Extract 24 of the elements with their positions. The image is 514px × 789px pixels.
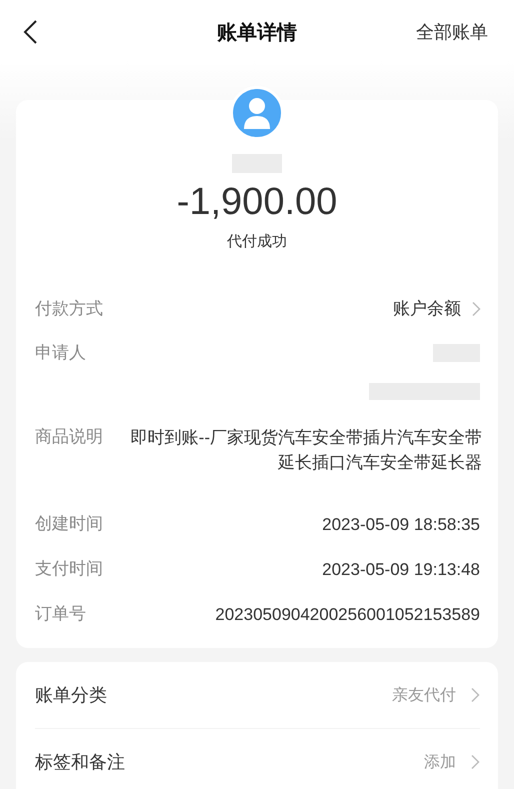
detail-label: 创建时间 [35, 513, 104, 535]
payment-method-link[interactable]: 账户余额 [393, 297, 481, 321]
detail-value: 2023050904200256001052153589 [214, 604, 480, 626]
menu-label: 账单分类 [35, 684, 107, 707]
detail-label: 商品说明 [35, 426, 104, 448]
detail-label: 申请人 [35, 342, 87, 364]
menu-value: 添加 [424, 752, 456, 772]
detail-value: 2023-05-09 19:13:48 [321, 559, 480, 581]
page-title: 账单详情 [217, 22, 297, 44]
detail-label: 支付时间 [35, 558, 104, 580]
chevron-right-icon [470, 687, 480, 703]
status-text: 代付成功 [227, 232, 287, 252]
amount-text: -1,900.00 [176, 180, 338, 224]
chevron-right-icon [470, 754, 480, 770]
all-bills-link[interactable]: 全部账单 [416, 20, 488, 44]
detail-value: 2023-05-09 18:58:35 [321, 514, 480, 536]
detail-value: 即时到账--厂家现货汽车安全带插片汽车安全带延长插口汽车安全带延长器 [130, 427, 482, 474]
chevron-right-icon [471, 301, 481, 317]
menu-item[interactable]: 标签和备注 添加 [35, 729, 480, 789]
menu-item[interactable]: 账单分类 亲友代付 [35, 662, 480, 728]
detail-label: 付款方式 [35, 298, 104, 320]
menu-label: 标签和备注 [35, 751, 125, 774]
detail-label: 订单号 [35, 603, 87, 625]
menu-value: 亲友代付 [392, 686, 456, 706]
